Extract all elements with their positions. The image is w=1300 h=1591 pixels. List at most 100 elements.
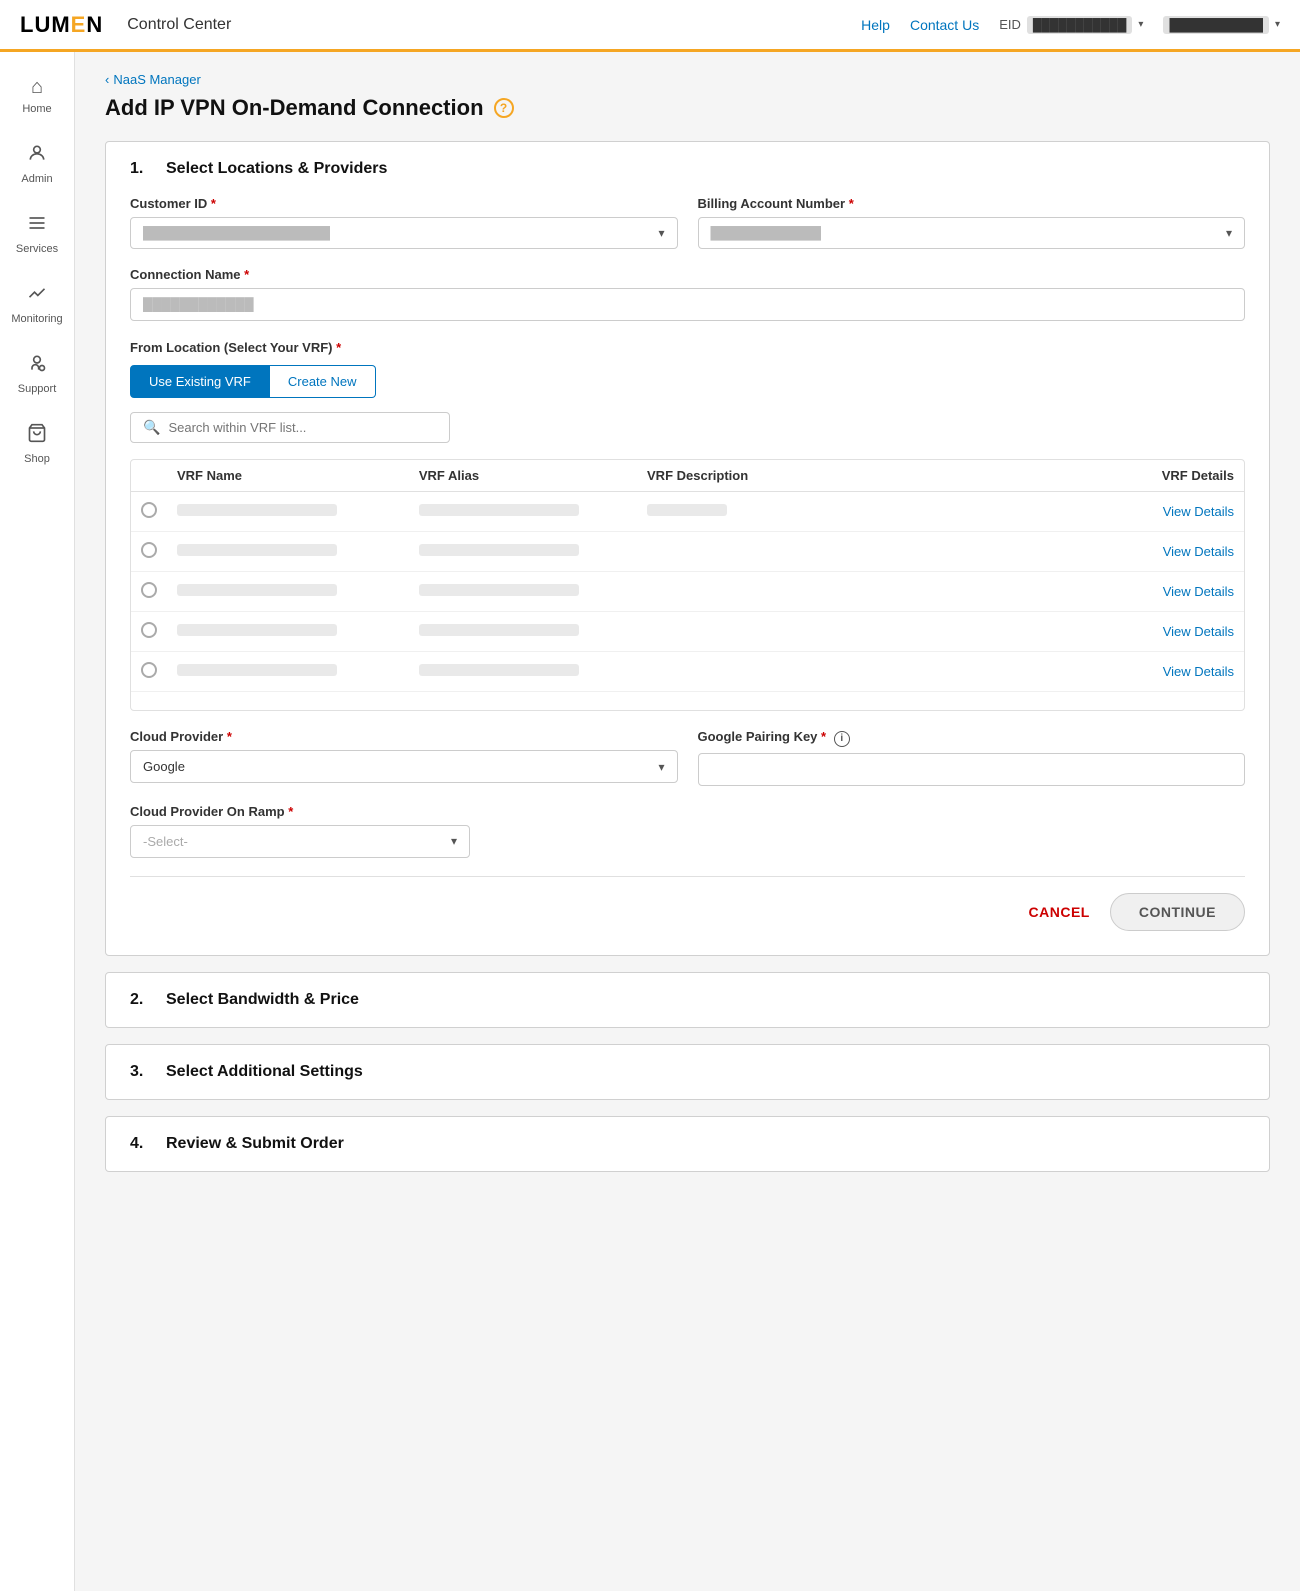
row-radio-5[interactable] xyxy=(131,652,167,692)
step-card-1: 1. Select Locations & Providers Customer… xyxy=(105,141,1270,956)
step-1-body: Customer ID * ██████████████████████ ▾ B… xyxy=(106,196,1269,955)
billing-arrow: ▾ xyxy=(1226,226,1232,240)
cloud-provider-select[interactable]: Google ▾ xyxy=(130,750,678,783)
radio-btn-5[interactable] xyxy=(141,662,157,678)
on-ramp-arrow: ▾ xyxy=(451,834,457,848)
step-3-header[interactable]: 3. Select Additional Settings xyxy=(106,1045,1269,1099)
step-card-2: 2. Select Bandwidth & Price xyxy=(105,972,1270,1028)
sidebar-item-services[interactable]: Services xyxy=(0,199,74,269)
admin-icon xyxy=(27,143,47,169)
view-details-link-4[interactable]: View Details xyxy=(1163,624,1234,639)
step-card-3: 3. Select Additional Settings xyxy=(105,1044,1270,1100)
col-vrf-name: VRF Name xyxy=(167,460,409,492)
vrf-tab-create-new[interactable]: Create New xyxy=(270,365,376,398)
on-ramp-select[interactable]: -Select- ▾ xyxy=(130,825,470,858)
vrf-tab-existing[interactable]: Use Existing VRF xyxy=(130,365,270,398)
google-pairing-required: * xyxy=(821,729,826,744)
radio-btn-2[interactable] xyxy=(141,542,157,558)
row-vrf-details-5: View Details xyxy=(982,652,1244,692)
contact-link[interactable]: Contact Us xyxy=(910,17,979,33)
app-title: Control Center xyxy=(127,16,231,34)
sidebar-item-shop[interactable]: Shop xyxy=(0,409,74,479)
on-ramp-value: -Select- xyxy=(143,834,188,849)
row-radio-3[interactable] xyxy=(131,572,167,612)
step-2-title: Select Bandwidth & Price xyxy=(166,991,359,1009)
from-location-label: From Location (Select Your VRF) * xyxy=(130,340,341,355)
customer-id-required: * xyxy=(211,196,216,211)
form-row-customer: Customer ID * ██████████████████████ ▾ B… xyxy=(130,196,1245,249)
services-icon xyxy=(27,213,47,239)
radio-btn-4[interactable] xyxy=(141,622,157,638)
sidebar-item-label-support: Support xyxy=(18,383,57,395)
row-vrf-details-1: View Details xyxy=(982,492,1244,532)
row-radio-4[interactable] xyxy=(131,612,167,652)
sidebar-item-monitoring[interactable]: Monitoring xyxy=(0,269,74,339)
sidebar-item-label-monitoring: Monitoring xyxy=(11,313,62,325)
connection-name-label: Connection Name * xyxy=(130,267,1245,282)
vrf-search-input[interactable] xyxy=(168,420,437,435)
breadcrumb-parent[interactable]: NaaS Manager xyxy=(113,72,200,87)
user-group: ███████████ ▾ xyxy=(1163,16,1280,34)
continue-button[interactable]: CONTINUE xyxy=(1110,893,1245,931)
table-row: View Details xyxy=(131,612,1244,652)
radio-btn-1[interactable] xyxy=(141,502,157,518)
from-location-required: * xyxy=(336,340,341,355)
user-value: ███████████ xyxy=(1163,16,1269,34)
sidebar-item-admin[interactable]: Admin xyxy=(0,129,74,199)
cloud-provider-required: * xyxy=(227,729,232,744)
view-details-link-5[interactable]: View Details xyxy=(1163,664,1234,679)
row-vrf-alias-4 xyxy=(409,612,637,652)
row-radio-2[interactable] xyxy=(131,532,167,572)
eid-label: EID xyxy=(999,17,1021,32)
home-icon: ⌂ xyxy=(31,76,43,99)
layout: ⌂ Home Admin Services Monitoring Suppo xyxy=(0,52,1300,1591)
col-vrf-alias: VRF Alias xyxy=(409,460,637,492)
shop-icon xyxy=(27,423,47,449)
google-pairing-info-icon[interactable]: i xyxy=(834,731,850,747)
sidebar-item-home[interactable]: ⌂ Home xyxy=(0,62,74,129)
help-link[interactable]: Help xyxy=(861,17,890,33)
row-radio-1[interactable] xyxy=(131,492,167,532)
cloud-provider-value: Google xyxy=(143,759,185,774)
top-nav: LUMEN Control Center Help Contact Us EID… xyxy=(0,0,1300,52)
row-vrf-desc-3 xyxy=(637,572,982,612)
table-row: View Details xyxy=(131,532,1244,572)
customer-id-value: ██████████████████████ xyxy=(143,226,330,240)
cancel-button[interactable]: CANCEL xyxy=(1029,904,1090,920)
row-vrf-alias-2 xyxy=(409,532,637,572)
step-2-header[interactable]: 2. Select Bandwidth & Price xyxy=(106,973,1269,1027)
col-vrf-desc: VRF Description xyxy=(637,460,982,492)
page-help-icon[interactable]: ? xyxy=(494,98,514,118)
row-vrf-alias-1 xyxy=(409,492,637,532)
view-details-link-2[interactable]: View Details xyxy=(1163,544,1234,559)
billing-select[interactable]: █████████████ ▾ xyxy=(698,217,1246,249)
eid-dropdown-arrow[interactable]: ▾ xyxy=(1138,19,1143,30)
view-details-link-1[interactable]: View Details xyxy=(1163,504,1234,519)
user-dropdown-arrow[interactable]: ▾ xyxy=(1275,19,1280,30)
step-3-title: Select Additional Settings xyxy=(166,1063,363,1081)
step-card-4: 4. Review & Submit Order xyxy=(105,1116,1270,1172)
row-vrf-desc-5 xyxy=(637,652,982,692)
customer-id-select[interactable]: ██████████████████████ ▾ xyxy=(130,217,678,249)
page-title: Add IP VPN On-Demand Connection ? xyxy=(105,95,1270,121)
logo: LUMEN xyxy=(20,12,103,38)
vrf-table-inner[interactable]: VRF Name VRF Alias VRF Description VRF D… xyxy=(131,460,1244,710)
step-1-number: 1. xyxy=(130,160,150,178)
on-ramp-required: * xyxy=(288,804,293,819)
step-4-header[interactable]: 4. Review & Submit Order xyxy=(106,1117,1269,1171)
sidebar: ⌂ Home Admin Services Monitoring Suppo xyxy=(0,52,75,1591)
breadcrumb[interactable]: ‹ NaaS Manager xyxy=(105,72,1270,87)
radio-btn-3[interactable] xyxy=(141,582,157,598)
vrf-search-container: 🔍 xyxy=(130,412,450,443)
form-group-billing: Billing Account Number * █████████████ ▾ xyxy=(698,196,1246,249)
connection-name-input[interactable] xyxy=(130,288,1245,321)
step-3-number: 3. xyxy=(130,1063,150,1081)
view-details-link-3[interactable]: View Details xyxy=(1163,584,1234,599)
sidebar-item-support[interactable]: Support xyxy=(0,339,74,409)
sidebar-item-label-admin: Admin xyxy=(21,173,52,185)
vrf-table-wrapper: VRF Name VRF Alias VRF Description VRF D… xyxy=(130,459,1245,711)
on-ramp-label: Cloud Provider On Ramp * xyxy=(130,804,470,819)
form-group-cloud-provider: Cloud Provider * Google ▾ xyxy=(130,729,678,786)
cloud-provider-label: Cloud Provider * xyxy=(130,729,678,744)
google-pairing-input[interactable] xyxy=(698,753,1246,786)
